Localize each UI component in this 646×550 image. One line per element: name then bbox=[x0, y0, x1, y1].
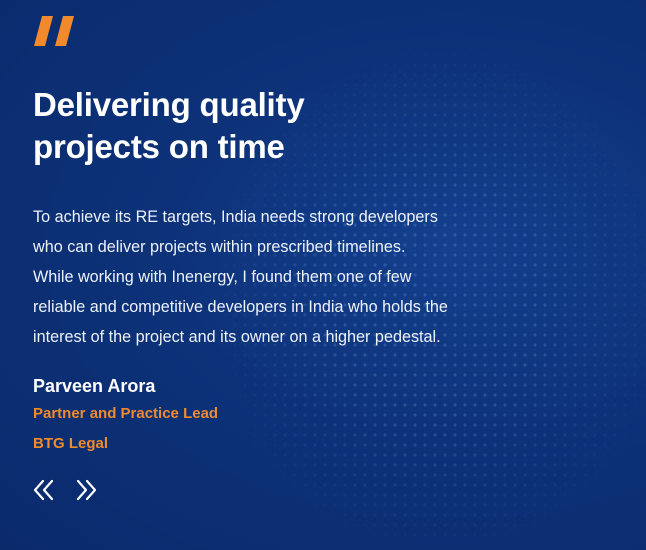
quote-icon bbox=[34, 16, 74, 46]
author-organization: BTG Legal bbox=[33, 435, 109, 452]
title-line-2: projects on time bbox=[33, 128, 285, 165]
chevron-double-left-icon bbox=[33, 479, 54, 501]
title-line-1: Delivering quality bbox=[33, 86, 305, 123]
chevron-double-right-icon bbox=[76, 479, 97, 501]
previous-button[interactable] bbox=[30, 476, 58, 504]
next-button[interactable] bbox=[72, 476, 100, 504]
quote-line: interest of the project and its owner on… bbox=[33, 328, 441, 346]
quote-line: To achieve its RE targets, India needs s… bbox=[33, 208, 438, 226]
testimonial-quote: To achieve its RE targets, India needs s… bbox=[33, 202, 538, 352]
quote-line: who can deliver projects within prescrib… bbox=[33, 238, 406, 256]
author-name: Parveen Arora bbox=[33, 376, 156, 396]
author-role: Partner and Practice Lead bbox=[33, 405, 219, 422]
quote-line: reliable and competitive developers in I… bbox=[33, 298, 448, 316]
testimonial-card: Delivering quality projects on time To a… bbox=[0, 0, 646, 550]
testimonial-title: Delivering quality projects on time bbox=[33, 84, 453, 168]
quote-line: While working with Inenergy, I found the… bbox=[33, 268, 412, 286]
